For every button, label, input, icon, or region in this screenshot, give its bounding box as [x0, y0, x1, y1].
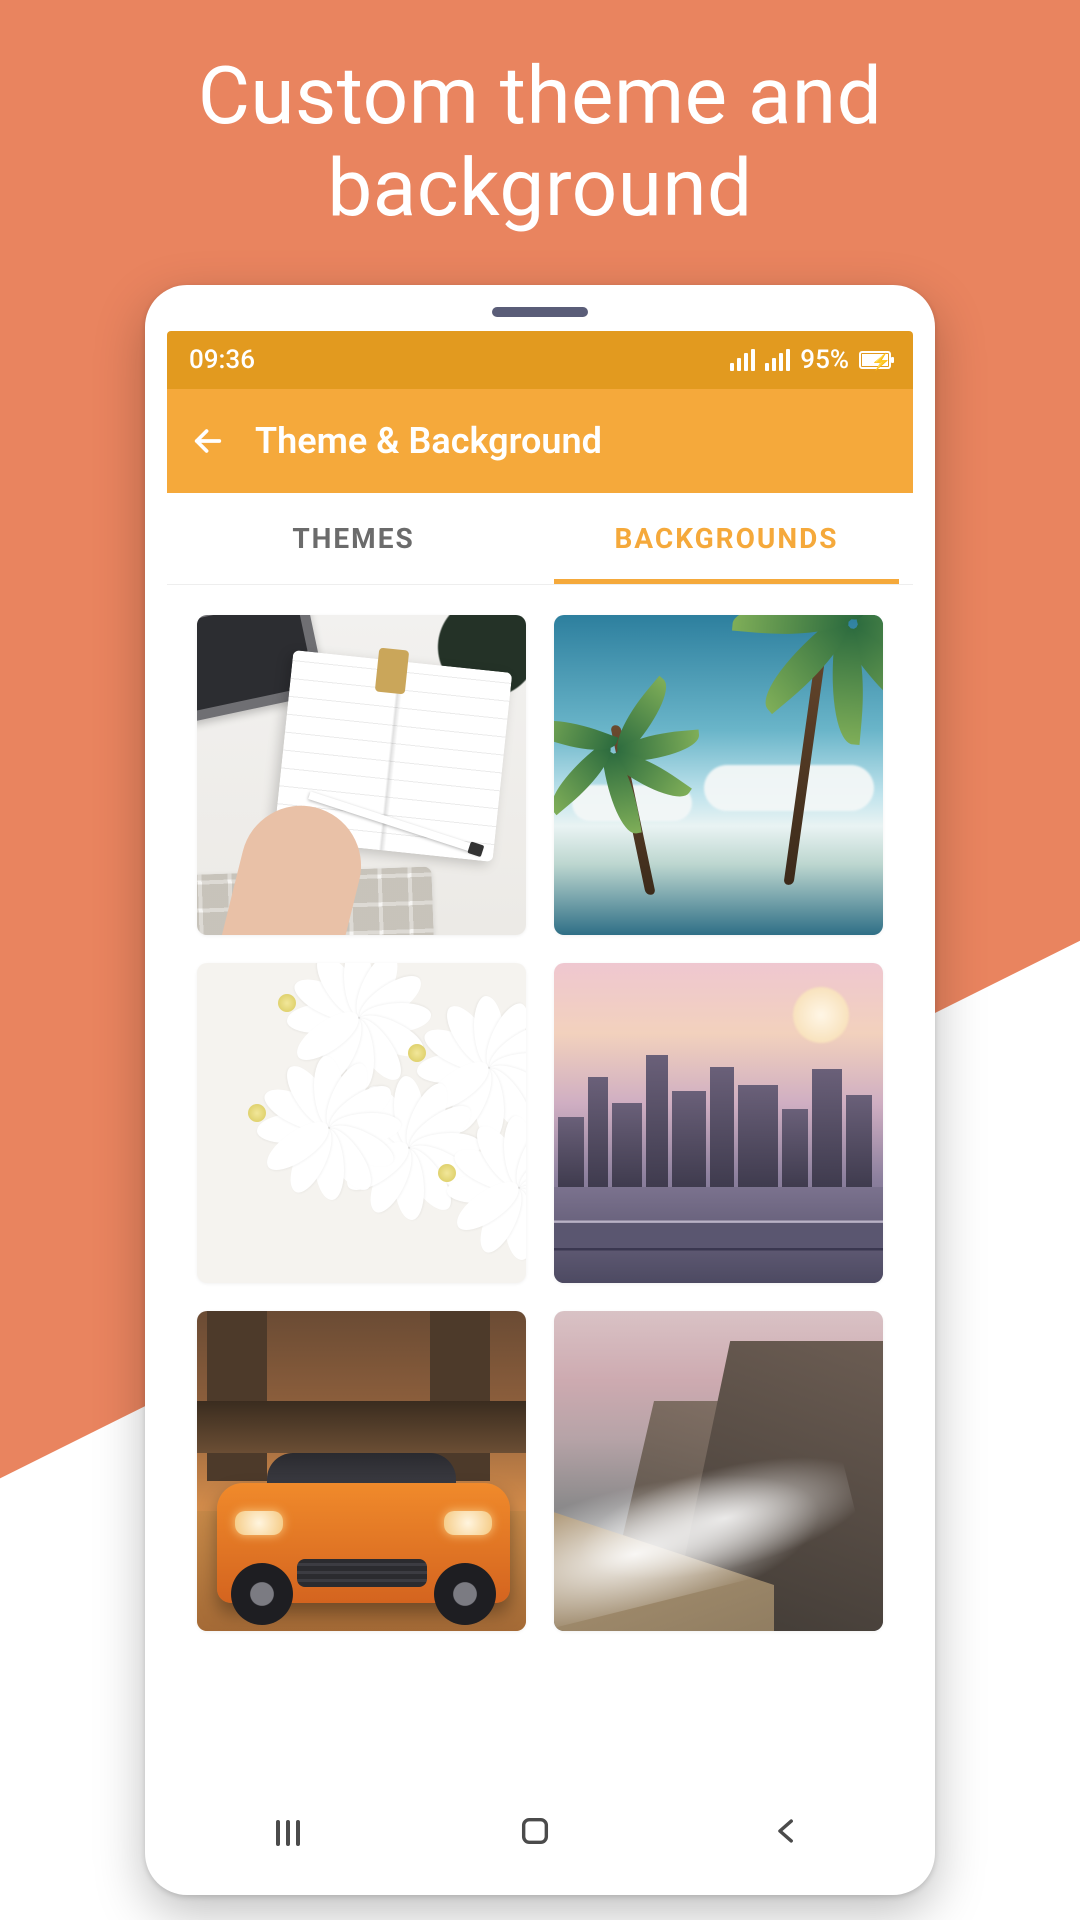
- nav-back-icon[interactable]: [770, 1814, 804, 1852]
- android-nav-bar: [167, 1789, 913, 1877]
- tab-themes[interactable]: THEMES: [167, 493, 540, 584]
- battery-text: 95%: [800, 345, 849, 375]
- tab-bar: THEMES BACKGROUNDS: [167, 493, 913, 585]
- background-white-flowers[interactable]: [197, 963, 526, 1283]
- background-coastal-cliffs[interactable]: [554, 1311, 883, 1631]
- status-time: 09:36: [189, 345, 255, 375]
- promo-title: Custom theme and background: [0, 50, 1080, 234]
- tab-backgrounds-label: BACKGROUNDS: [614, 522, 838, 555]
- battery-icon: ⚡: [859, 351, 891, 369]
- phone-speaker: [492, 307, 588, 317]
- status-bar: 09:36 95% ⚡: [167, 331, 913, 389]
- phone-frame: 09:36 95% ⚡ Theme & Background THEMES BA…: [145, 285, 935, 1895]
- promo-title-line1: Custom theme and: [0, 50, 1080, 142]
- nav-recent-icon[interactable]: [276, 1820, 300, 1846]
- background-orange-car[interactable]: [197, 1311, 526, 1631]
- status-indicators: 95% ⚡: [730, 345, 891, 375]
- nav-home-icon[interactable]: [518, 1814, 552, 1852]
- tab-themes-label: THEMES: [292, 522, 414, 555]
- background-city-sunset[interactable]: [554, 963, 883, 1283]
- background-grid[interactable]: [167, 585, 913, 1789]
- tab-backgrounds[interactable]: BACKGROUNDS: [540, 493, 913, 584]
- back-arrow-icon[interactable]: [191, 424, 225, 458]
- signal-icon: [730, 349, 755, 371]
- app-title: Theme & Background: [255, 420, 602, 462]
- app-bar: Theme & Background: [167, 389, 913, 493]
- promo-title-line2: background: [0, 142, 1080, 234]
- phone-screen: 09:36 95% ⚡ Theme & Background THEMES BA…: [167, 331, 913, 1789]
- signal-icon: [765, 349, 790, 371]
- background-desk-notebook[interactable]: [197, 615, 526, 935]
- background-palm-trees[interactable]: [554, 615, 883, 935]
